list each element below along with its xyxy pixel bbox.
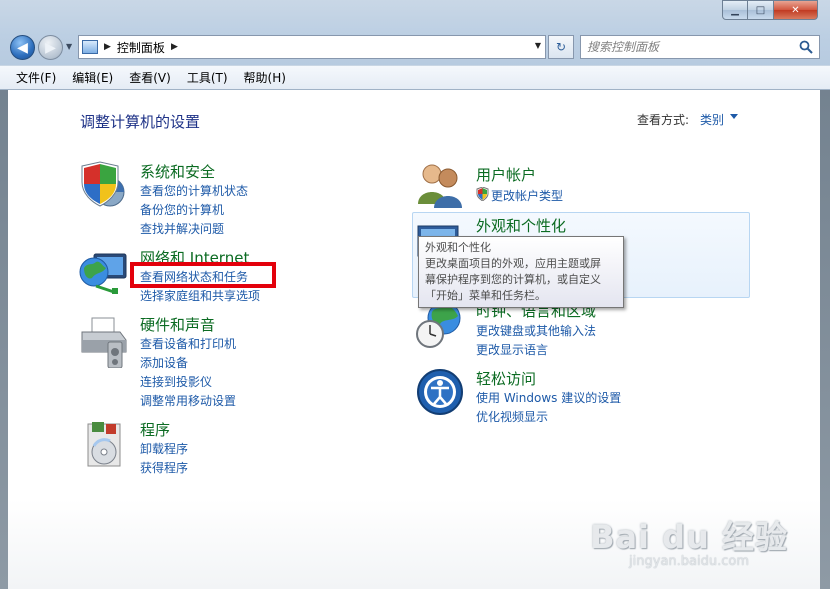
menu-edit[interactable]: 编辑(E) xyxy=(64,67,121,89)
link-get-programs[interactable]: 获得程序 xyxy=(140,459,188,476)
shield-icon[interactable] xyxy=(78,160,130,212)
page-title: 调整计算机的设置 xyxy=(80,113,201,131)
link-mobility-settings[interactable]: 调整常用移动设置 xyxy=(140,392,236,409)
appearance-tooltip: 外观和个性化 更改桌面项目的外观，应用主题或屏 幕保护程序到您的计算机，或自定义… xyxy=(418,236,624,308)
link-uninstall-program[interactable]: 卸载程序 xyxy=(140,440,188,457)
tooltip-line: 更改桌面项目的外观，应用主题或屏 xyxy=(425,257,601,270)
menu-view[interactable]: 查看(V) xyxy=(121,67,179,89)
link-homegroup-sharing[interactable]: 选择家庭组和共享选项 xyxy=(140,287,260,304)
maximize-button[interactable]: □ xyxy=(748,0,774,20)
forward-button[interactable]: ▶ xyxy=(38,35,63,60)
menu-file[interactable]: 文件(F) xyxy=(0,67,64,89)
menu-tools[interactable]: 工具(T) xyxy=(179,67,236,89)
link-devices-printers[interactable]: 查看设备和打印机 xyxy=(140,335,236,352)
tooltip-line: 幕保护程序到您的计算机，或自定义 xyxy=(425,273,601,286)
breadcrumb-control-panel[interactable]: 控制面板 xyxy=(117,39,165,56)
watermark-logo: Bai du 经验 xyxy=(590,518,788,556)
recent-pages-dropdown[interactable]: ▼ xyxy=(66,42,72,51)
address-dropdown-icon[interactable]: ▼ xyxy=(535,41,541,50)
menu-bar: 文件(F) 编辑(E) 查看(V) 工具(T) 帮助(H) xyxy=(0,65,830,89)
tooltip-line: 「开始」菜单和任务栏。 xyxy=(425,289,546,302)
content-area: 调整计算机的设置 查看方式: 类别 系统和安全 查看您的计算机状态 备份您的计算… xyxy=(8,90,820,589)
category-title-appearance[interactable]: 外观和个性化 xyxy=(476,215,566,236)
refresh-button[interactable]: ↻ xyxy=(548,35,574,59)
category-title-ease-of-access[interactable]: 轻松访问 xyxy=(476,368,536,389)
search-box[interactable] xyxy=(580,35,820,59)
minimize-button[interactable]: ▁ xyxy=(722,0,748,20)
link-view-computer-status[interactable]: 查看您的计算机状态 xyxy=(140,182,248,199)
ease-of-access-icon[interactable] xyxy=(414,366,466,418)
red-highlight-annotation xyxy=(130,262,276,288)
category-title-user-accounts[interactable]: 用户帐户 xyxy=(476,164,536,185)
category-title-hardware-sound[interactable]: 硬件和声音 xyxy=(140,314,215,335)
tooltip-line: 外观和个性化 xyxy=(425,241,491,254)
navigation-bar: ◀ ▶ ▼ ▶ 控制面板 ▶ ▼ ↻ xyxy=(0,32,830,62)
search-icon[interactable] xyxy=(799,40,813,54)
link-backup-computer[interactable]: 备份您的计算机 xyxy=(140,201,224,218)
link-optimize-video-display[interactable]: 优化视频显示 xyxy=(476,408,548,425)
network-globe-icon[interactable] xyxy=(78,248,130,300)
link-change-keyboard[interactable]: 更改键盘或其他输入法 xyxy=(476,322,596,339)
printer-icon[interactable] xyxy=(78,316,130,368)
link-windows-recommended-settings[interactable]: 使用 Windows 建议的设置 xyxy=(476,389,621,406)
view-by-dropdown[interactable]: 类别 xyxy=(700,111,724,128)
caption-buttons: ▁ □ ✕ xyxy=(722,0,818,20)
link-troubleshoot[interactable]: 查找并解决问题 xyxy=(140,220,224,237)
breadcrumb-separator-icon[interactable]: ▶ xyxy=(171,42,178,52)
link-connect-projector[interactable]: 连接到投影仪 xyxy=(140,373,212,390)
category-title-programs[interactable]: 程序 xyxy=(140,419,170,440)
control-panel-small-icon xyxy=(82,40,98,54)
chevron-down-icon[interactable] xyxy=(730,114,738,119)
address-bar[interactable]: ▶ 控制面板 ▶ ▼ xyxy=(78,35,546,59)
window-chrome: ▁ □ ✕ ◀ ▶ ▼ ▶ 控制面板 ▶ ▼ ↻ 搜索控制面板 文件(F) 编辑… xyxy=(0,0,830,90)
link-add-device[interactable]: 添加设备 xyxy=(140,354,188,371)
view-by-label: 查看方式: xyxy=(637,113,690,127)
link-change-account-type[interactable]: 更改帐户类型 xyxy=(491,187,563,204)
category-title-system-security[interactable]: 系统和安全 xyxy=(140,161,215,182)
close-button[interactable]: ✕ xyxy=(774,0,818,20)
users-icon[interactable] xyxy=(414,160,466,212)
link-change-display-language[interactable]: 更改显示语言 xyxy=(476,341,548,358)
breadcrumb-separator-icon[interactable]: ▶ xyxy=(104,42,111,52)
uac-shield-icon xyxy=(476,187,489,201)
search-input[interactable] xyxy=(587,39,792,55)
baidu-jingyan-watermark: Bai du 经验 jingyan.baidu.com xyxy=(590,512,788,569)
menu-help[interactable]: 帮助(H) xyxy=(236,67,294,89)
programs-icon[interactable] xyxy=(80,420,132,472)
control-panel-window: ▁ □ ✕ ◀ ▶ ▼ ▶ 控制面板 ▶ ▼ ↻ 搜索控制面板 文件(F) 编辑… xyxy=(0,0,830,589)
back-button[interactable]: ◀ xyxy=(10,35,35,60)
